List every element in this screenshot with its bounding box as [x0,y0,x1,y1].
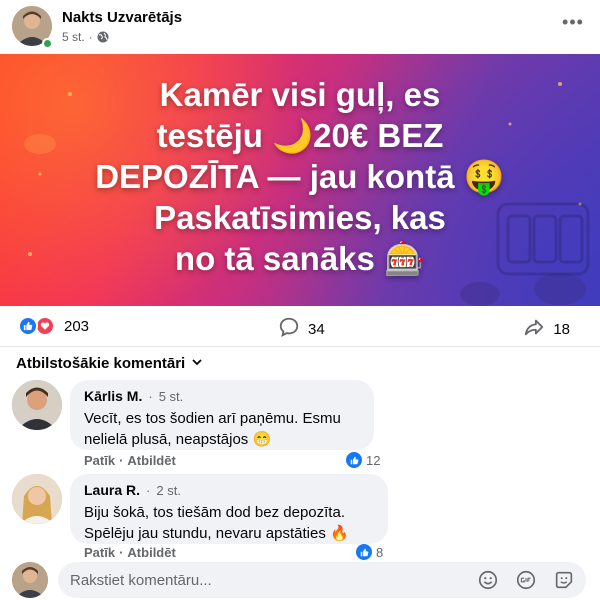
like-icon [356,544,372,560]
like-comment-button[interactable]: Patīk [84,453,115,468]
banner-headline: Kamēr visi guļ, es testēju 🌙20€ BEZ DEPO… [60,74,540,279]
share-count: 18 [553,320,570,338]
reaction-icons[interactable] [18,316,60,336]
action-separator: · [119,545,124,560]
meta-separator: · [88,30,93,44]
emoji-icon[interactable] [476,568,500,592]
comments-stat[interactable]: 34 [278,316,325,342]
reactions-bar: 203 34 18 [0,310,600,344]
more-options-button[interactable]: ••• [558,10,588,34]
comment-like-count: 12 [366,452,381,468]
current-user-avatar [12,562,48,598]
post-time[interactable]: 5 st. [62,30,85,44]
comment-author[interactable]: Laura R. [84,482,140,498]
comment-input-placeholder: Rakstiet komentāru... [70,572,212,589]
comments-filter-label: Atbilstošākie komentāri [16,355,186,372]
post-author-name[interactable]: Nakts Uzvarētājs [62,9,182,26]
comment-time[interactable]: 2 st. [156,483,181,498]
comment-actions: Patīk · Atbildēt [84,545,176,560]
comment-separator: · [148,388,153,404]
comments-filter-dropdown[interactable]: Atbilstošākie komentāri [16,355,203,372]
love-reaction-icon [35,316,55,336]
like-comment-button[interactable]: Patīk [84,545,115,560]
comment-likes[interactable]: 8 [356,544,383,560]
chevron-down-icon [191,355,203,372]
post-meta: 5 st. · [62,30,109,44]
globe-icon [97,31,109,43]
comment-text: Vecīt, es tos šodien arī paņēmu. Esmu ne… [84,408,360,450]
comment-text-line: Biju šokā, tos tiešām dod bez depozīta. [84,504,345,521]
like-reaction-icon [18,316,38,336]
like-icon [346,452,362,468]
comment-text-line: nelielā plusā, neapstājos 😁 [84,431,272,448]
comment-input[interactable]: Rakstiet komentāru... [58,562,586,598]
comment-like-count: 8 [376,544,384,560]
comment-actions: Patīk · Atbildēt [84,453,176,468]
action-separator: · [119,453,124,468]
reply-button[interactable]: Atbildēt [127,545,175,560]
comment-time[interactable]: 5 st. [159,389,184,404]
reply-button[interactable]: Atbildēt [127,453,175,468]
comment-text-line: Spēlēju jau stundu, nevaru apstāties 🔥 [84,525,349,542]
banner-line: Paskatīsimies, kas [154,199,446,236]
comment-author[interactable]: Kārlis M. [84,388,142,404]
comment-composer: Rakstiet komentāru... [0,560,600,600]
gif-icon[interactable] [514,568,538,592]
comment-bubble: Laura R. · 2 st. Biju šokā, tos tiešām d… [70,474,388,544]
comment-separator: · [146,482,151,498]
post-image-banner[interactable]: Kamēr visi guļ, es testēju 🌙20€ BEZ DEPO… [0,54,600,306]
shares-stat[interactable]: 18 [523,316,570,342]
share-icon [523,316,545,342]
post-header: Nakts Uzvarētājs 5 st. · ••• [0,0,600,54]
commenter-avatar[interactable] [12,474,62,524]
comment-count: 34 [308,320,325,338]
banner-line: testēju 🌙20€ BEZ [156,117,444,154]
reaction-count[interactable]: 203 [64,318,89,335]
comment-text-line: Vecīt, es tos šodien arī paņēmu. Esmu [84,410,341,427]
divider [0,346,600,347]
comment-likes[interactable]: 12 [346,452,380,468]
banner-line: no tā sanāks 🎰 [174,240,426,277]
comment-icon [278,316,300,342]
banner-line: DEPOZĪTA — jau kontā 🤑 [95,158,505,195]
banner-line: Kamēr visi guļ, es [159,76,441,113]
composer-icons [476,568,576,592]
online-status-dot [42,38,53,49]
sticker-icon[interactable] [552,568,576,592]
comment-text: Biju šokā, tos tiešām dod bez depozīta. … [84,502,374,544]
commenter-avatar[interactable] [12,380,62,430]
comment-bubble: Kārlis M. · 5 st. Vecīt, es tos šodien a… [70,380,374,450]
